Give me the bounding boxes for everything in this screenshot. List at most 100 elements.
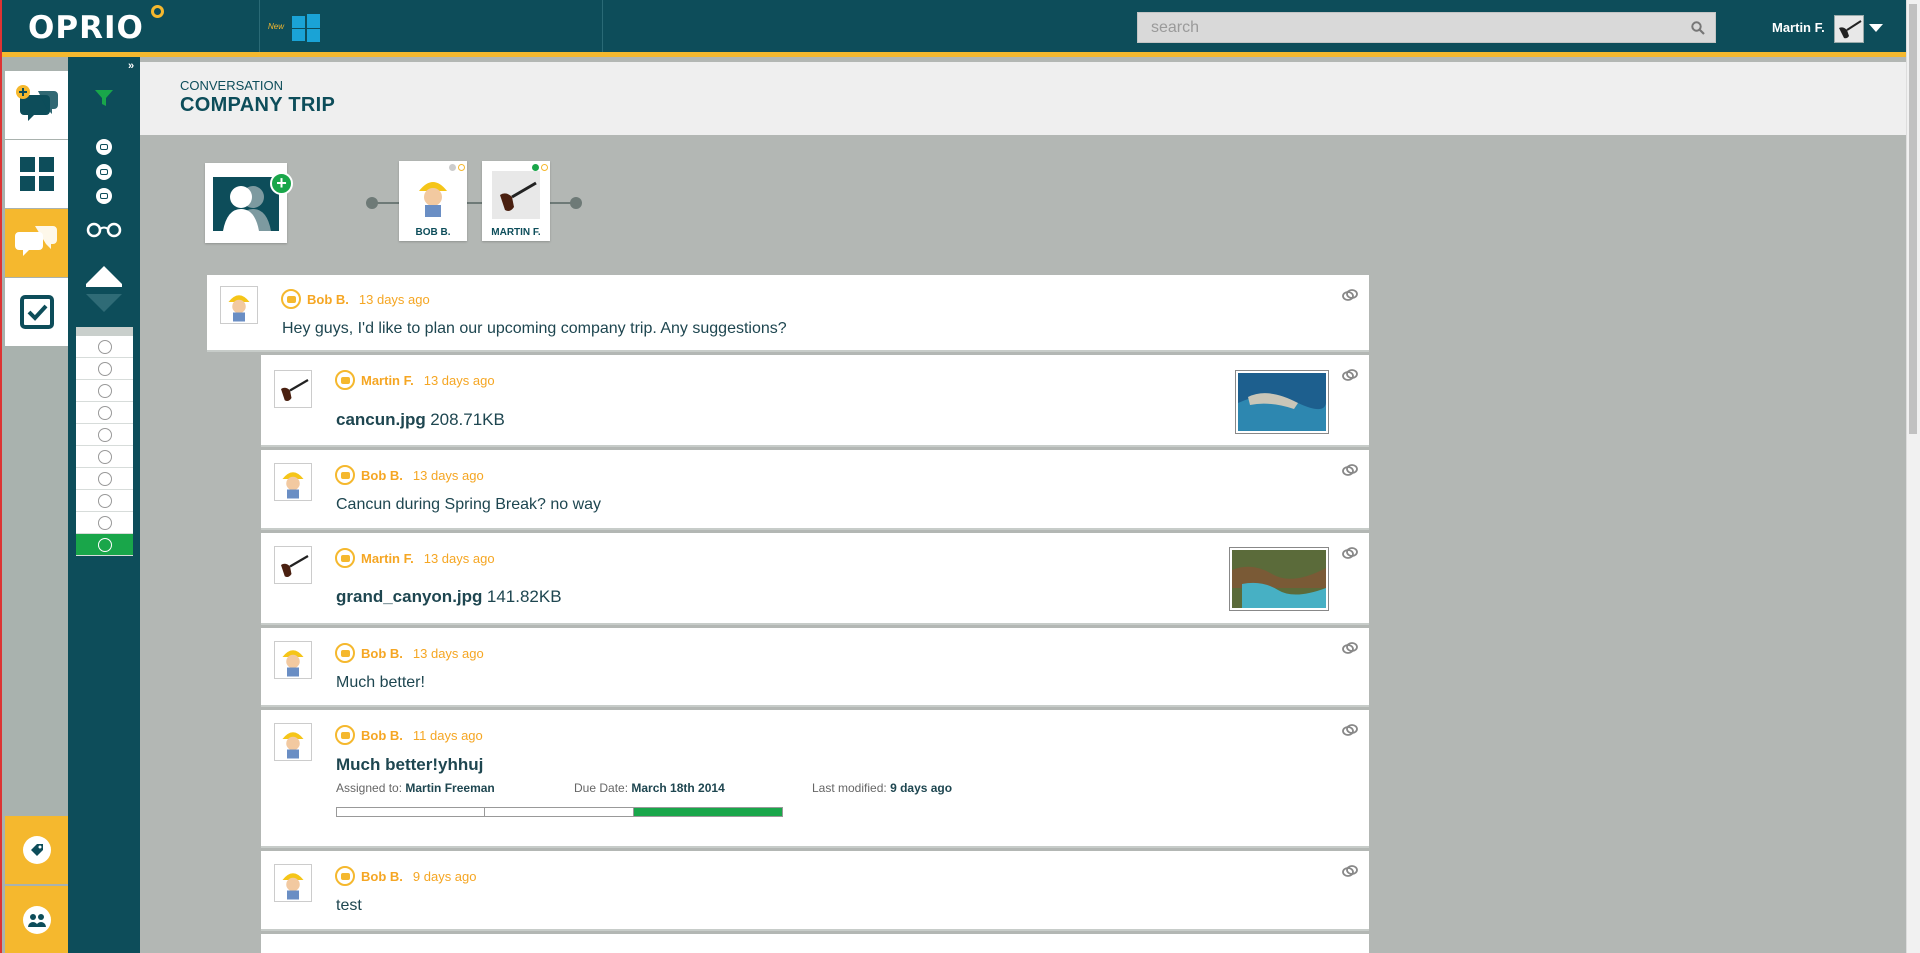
minimap-item-selected[interactable] xyxy=(76,534,133,556)
link-icon[interactable] xyxy=(1341,722,1359,738)
participant-card[interactable]: MARTIN F. xyxy=(482,161,550,241)
minimap-item[interactable] xyxy=(76,490,133,512)
conversations-icon xyxy=(14,226,57,256)
message-item[interactable]: Bob B. 13 days ago Hey guys, I'd like to… xyxy=(207,275,1369,352)
message-time: 13 days ago xyxy=(423,372,495,388)
message-meta: Bob B. 11 days ago xyxy=(335,725,483,745)
link-icon[interactable] xyxy=(1341,462,1359,478)
message-time: 13 days ago xyxy=(358,291,430,307)
message-item[interactable]: Bob B. 13 days ago Much better! xyxy=(261,628,1369,707)
expand-panel-icon[interactable]: » xyxy=(128,60,134,72)
link-icon[interactable] xyxy=(1341,287,1359,303)
message-meta: Martin F. 13 days ago xyxy=(335,370,495,390)
message-author[interactable]: Bob B. xyxy=(361,728,403,743)
image-thumbnail[interactable] xyxy=(1229,547,1329,611)
file-message-item[interactable]: Martin F. 13 days ago grand_canyon.jpg 1… xyxy=(261,533,1369,625)
message-time: 13 days ago xyxy=(412,467,484,483)
task-last-modified: Last modified: 9 days ago xyxy=(812,781,952,795)
message-author[interactable]: Bob B. xyxy=(361,468,403,483)
link-icon[interactable] xyxy=(1341,545,1359,561)
user-name[interactable]: Martin F. xyxy=(1772,20,1825,35)
bob-avatar xyxy=(274,641,312,679)
message-author[interactable]: Martin F. xyxy=(361,551,414,566)
assigned-value[interactable]: Martin Freeman xyxy=(405,781,494,795)
file-name[interactable]: grand_canyon.jpg xyxy=(336,587,482,606)
minimap-item[interactable] xyxy=(76,512,133,534)
conversations-button[interactable] xyxy=(5,209,68,277)
windows-app-icon[interactable] xyxy=(292,14,322,42)
file-filter-icon[interactable] xyxy=(96,188,112,204)
user-menu-caret-icon[interactable] xyxy=(1869,24,1883,32)
pipe-avatar xyxy=(274,370,312,408)
minimap-item[interactable] xyxy=(76,468,133,490)
message-minimap xyxy=(76,327,133,556)
link-icon[interactable] xyxy=(1341,863,1359,879)
file-name[interactable]: cancun.jpg xyxy=(336,410,426,429)
new-conversation-button[interactable] xyxy=(5,71,68,139)
due-label: Due Date: xyxy=(574,781,629,795)
user-avatar[interactable] xyxy=(1834,15,1864,43)
minimap-item[interactable] xyxy=(76,358,133,380)
minimap-item[interactable] xyxy=(76,402,133,424)
participant-card[interactable]: BOB B. xyxy=(399,161,467,241)
pipe-icon xyxy=(1839,20,1862,39)
scroll-up-icon[interactable] xyxy=(86,266,122,284)
message-author[interactable]: Martin F. xyxy=(361,373,414,388)
bob-avatar xyxy=(419,182,447,217)
chat-type-icon xyxy=(281,289,301,309)
chat-filter-icon[interactable] xyxy=(96,139,112,155)
progress-segment-empty xyxy=(485,808,634,816)
filter-icon[interactable] xyxy=(94,88,114,108)
message-author[interactable]: Bob B. xyxy=(361,869,403,884)
file-size: 208.71KB xyxy=(430,410,505,429)
search-icon[interactable] xyxy=(1691,21,1705,35)
bob-avatar xyxy=(220,286,258,324)
cancun-image xyxy=(1238,373,1327,431)
task-filter-icon[interactable] xyxy=(96,164,112,180)
conversation-label: CONVERSATION xyxy=(180,78,284,93)
message-author[interactable]: Bob B. xyxy=(361,646,403,661)
bob-avatar xyxy=(274,723,312,761)
image-thumbnail[interactable] xyxy=(1235,370,1329,434)
new-conversation-icon xyxy=(15,85,58,121)
scroll-down-icon[interactable] xyxy=(86,294,122,312)
people-button[interactable] xyxy=(5,886,68,953)
message-text: Cancun during Spring Break? no way xyxy=(336,496,602,513)
oprio-logo[interactable]: OPRIO xyxy=(28,10,144,46)
minimap-item[interactable] xyxy=(76,336,133,358)
add-participant-icon[interactable]: + xyxy=(270,172,293,195)
message-author[interactable]: Bob B. xyxy=(307,292,349,307)
minimap-item[interactable] xyxy=(76,424,133,446)
search-input[interactable] xyxy=(1138,13,1678,42)
scrollbar-thumb[interactable] xyxy=(1909,4,1917,434)
file-message-item[interactable]: Martin F. 13 days ago cancun.jpg 208.71K… xyxy=(261,355,1369,447)
chat-type-icon xyxy=(335,866,355,886)
search-box xyxy=(1137,12,1716,43)
minimap-item[interactable] xyxy=(76,446,133,468)
status-dot xyxy=(449,164,456,171)
file-size: 141.82KB xyxy=(486,587,562,606)
tags-button[interactable] xyxy=(5,816,68,884)
message-item[interactable] xyxy=(261,934,1369,953)
page-scrollbar[interactable] xyxy=(1906,0,1920,953)
minimap-item[interactable] xyxy=(76,380,133,402)
task-title[interactable]: Much better!yhhuj xyxy=(336,755,483,775)
link-icon[interactable] xyxy=(1341,367,1359,383)
message-time: 11 days ago xyxy=(412,727,483,743)
message-text: Much better! xyxy=(336,674,425,691)
due-value: March 18th 2014 xyxy=(631,781,725,795)
message-time: 13 days ago xyxy=(412,645,484,661)
message-item[interactable]: Bob B. 9 days ago test xyxy=(261,851,1369,931)
message-item[interactable]: Bob B. 13 days ago Cancun during Spring … xyxy=(261,450,1369,530)
glasses-icon[interactable] xyxy=(85,220,123,238)
status-dot xyxy=(458,164,465,171)
chat-type-icon xyxy=(335,643,355,663)
tasks-button[interactable] xyxy=(5,278,68,346)
message-meta: Bob B. 9 days ago xyxy=(335,866,477,886)
link-icon[interactable] xyxy=(1341,640,1359,656)
task-due-date: Due Date: March 18th 2014 xyxy=(574,781,725,795)
dashboard-button[interactable] xyxy=(5,140,68,208)
task-message-item[interactable]: Bob B. 11 days ago Much better!yhhuj Ass… xyxy=(261,710,1369,848)
pipe-avatar xyxy=(274,546,312,584)
assigned-label: Assigned to: xyxy=(336,781,403,795)
